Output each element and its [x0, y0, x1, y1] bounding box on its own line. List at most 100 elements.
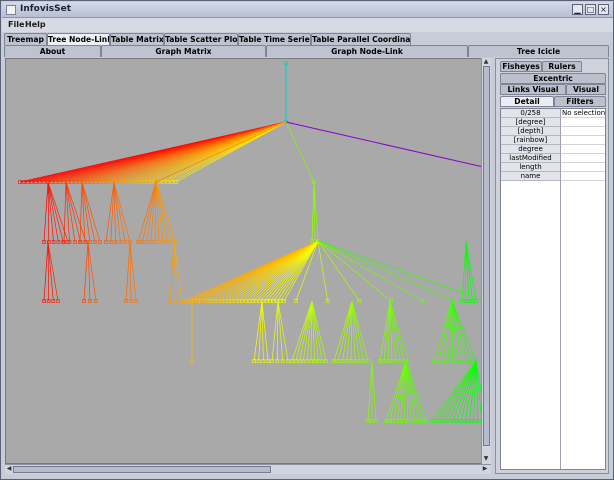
horizontal-scrollbar[interactable]: ◀ ▶	[5, 464, 491, 474]
tab-visual[interactable]: Visual	[566, 84, 606, 95]
tree-link	[47, 181, 59, 243]
tab-links-visual[interactable]: Links Visual	[500, 84, 566, 95]
tab-about[interactable]: About	[4, 45, 101, 57]
minimize-icon[interactable]: ▁	[572, 4, 583, 15]
arrow-down-icon[interactable]: ▼	[482, 455, 490, 463]
arrow-up-icon[interactable]: ▲	[482, 58, 490, 66]
arrow-right-icon[interactable]: ▶	[481, 465, 489, 473]
tree-link	[465, 240, 467, 302]
tab-table-parallel-coordinates[interactable]: Table Parallel Coordinates	[311, 33, 411, 45]
close-icon[interactable]: ×	[598, 4, 609, 15]
table-row[interactable]: length	[501, 163, 605, 172]
tree-link	[367, 360, 373, 422]
tree-link	[43, 181, 49, 243]
tree-link	[448, 360, 477, 422]
detail-header-row: 0/258 No selection	[501, 109, 605, 118]
tab-tree-icicle[interactable]: Tree Icicle	[468, 45, 609, 57]
tab-treemap[interactable]: Treemap	[4, 33, 47, 45]
tab-graph-node-link[interactable]: Graph Node-Link	[266, 45, 468, 57]
tree-link	[442, 300, 453, 362]
table-row[interactable]: [depth]	[501, 127, 605, 136]
tree-link	[392, 360, 407, 422]
attribute-label: [depth]	[501, 127, 561, 136]
tree-link	[141, 181, 157, 243]
attribute-value	[561, 145, 605, 154]
tree-link	[47, 241, 59, 302]
tree-link	[405, 360, 420, 422]
attribute-label: degree	[501, 145, 561, 154]
tree-link	[456, 360, 477, 422]
menu-bar: File Help	[2, 18, 613, 32]
tab-table-matrix[interactable]: Table Matrix	[110, 33, 164, 45]
table-row[interactable]: degree	[501, 145, 605, 154]
vertical-scrollbar[interactable]: ▲ ▼	[481, 58, 491, 464]
table-row[interactable]: [degree]	[501, 118, 605, 127]
arrow-left-icon[interactable]: ◀	[5, 465, 13, 473]
tree-link	[351, 300, 369, 362]
tree-link	[337, 300, 353, 362]
maximize-icon[interactable]: □	[585, 4, 596, 15]
control-panel: Fisheyes Rulers Excentric Links Visual V…	[495, 58, 609, 474]
tree-link	[311, 181, 315, 242]
selection-status: No selection	[561, 109, 605, 118]
tab-fisheyes[interactable]: Fisheyes	[500, 61, 542, 72]
tree-link	[317, 240, 487, 302]
tree-link	[43, 241, 49, 302]
tree-link	[256, 240, 319, 302]
tree-link	[155, 181, 164, 243]
attribute-label: lastModified	[501, 154, 561, 163]
tree-link	[110, 181, 115, 243]
tree-link	[465, 240, 473, 302]
tree-link	[277, 300, 289, 362]
tree-link	[299, 300, 313, 362]
tree-link	[389, 300, 405, 362]
tree-link	[83, 241, 89, 302]
title-bar[interactable]: InfovisSet ▁ □ ×	[2, 2, 613, 18]
menu-file[interactable]: File	[8, 20, 24, 29]
tab-table-scatter-plot[interactable]: Table Scatter Plot	[164, 33, 238, 45]
window-controls: ▁ □ ×	[572, 4, 609, 15]
tree-link	[258, 300, 263, 362]
tree-visualization[interactable]	[6, 59, 491, 464]
tree-link	[253, 300, 263, 362]
selection-count: 0/258	[501, 109, 561, 118]
tab-tree-node-link[interactable]: Tree Node-Link	[47, 33, 110, 45]
attribute-value	[561, 172, 605, 181]
attribute-value	[561, 127, 605, 136]
table-row[interactable]: name	[501, 172, 605, 181]
tab-table-time-series[interactable]: Table Time Series	[238, 33, 311, 45]
tab-excentric[interactable]: Excentric	[500, 73, 606, 84]
tree-link	[317, 240, 423, 302]
attribute-value	[561, 154, 605, 163]
tree-link	[169, 241, 175, 302]
tree-link	[285, 121, 315, 183]
tree-link	[266, 240, 319, 302]
application-window: InfovisSet ▁ □ × File Help Treemap Tree …	[0, 0, 614, 480]
tree-link	[451, 300, 468, 362]
tree-link	[351, 300, 360, 362]
attribute-value	[561, 118, 605, 127]
tree-link	[113, 181, 131, 243]
tab-graph-matrix[interactable]: Graph Matrix	[101, 45, 266, 57]
tab-bar-row2: About Graph Matrix Graph Node-Link Tree …	[4, 45, 609, 57]
table-row[interactable]: [rainbow]	[501, 136, 605, 145]
attribute-label: [degree]	[501, 118, 561, 127]
menu-help[interactable]: Help	[25, 20, 46, 29]
tree-link	[125, 241, 131, 302]
tree-link	[317, 240, 329, 302]
tree-node-link-canvas[interactable]	[5, 58, 491, 464]
tab-rulers[interactable]: Rulers	[542, 61, 582, 72]
attribute-value	[561, 163, 605, 172]
vertical-scroll-thumb[interactable]	[483, 66, 490, 446]
tab-filters[interactable]: Filters	[554, 96, 606, 107]
tree-link	[317, 240, 392, 302]
horizontal-scroll-thumb[interactable]	[13, 466, 271, 473]
tree-link	[277, 300, 284, 362]
tree-link	[371, 360, 377, 422]
tab-detail[interactable]: Detail	[500, 96, 554, 107]
table-row[interactable]: lastModified	[501, 154, 605, 163]
tree-link	[65, 181, 76, 243]
tab-bar-row1: Treemap Tree Node-Link Table Matrix Tabl…	[4, 33, 411, 45]
tree-link	[47, 181, 64, 243]
detail-table: 0/258 No selection [degree] [depth] [rai…	[500, 108, 606, 470]
